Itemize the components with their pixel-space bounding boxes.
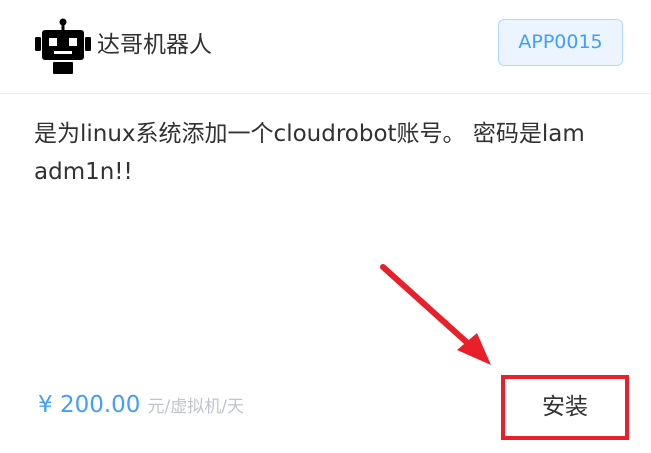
robot-icon <box>35 18 91 74</box>
price-unit: 元/虚拟机/天 <box>147 397 244 417</box>
install-button[interactable]: 安装 <box>505 379 625 436</box>
card-header: 达哥机器人 APP0015 <box>0 0 651 94</box>
app-name: 达哥机器人 <box>97 32 212 58</box>
app-id-badge: APP0015 <box>498 19 623 66</box>
app-description: 是为linux系统添加一个cloudrobot账号。 密码是lamadm1n!! <box>34 121 585 185</box>
price-value: ¥ 200.00 <box>38 392 141 418</box>
price: ¥ 200.00 元/虚拟机/天 <box>38 392 244 418</box>
app-card: 达哥机器人 APP0015 是为linux系统添加一个cloudrobot账号。… <box>0 0 651 453</box>
